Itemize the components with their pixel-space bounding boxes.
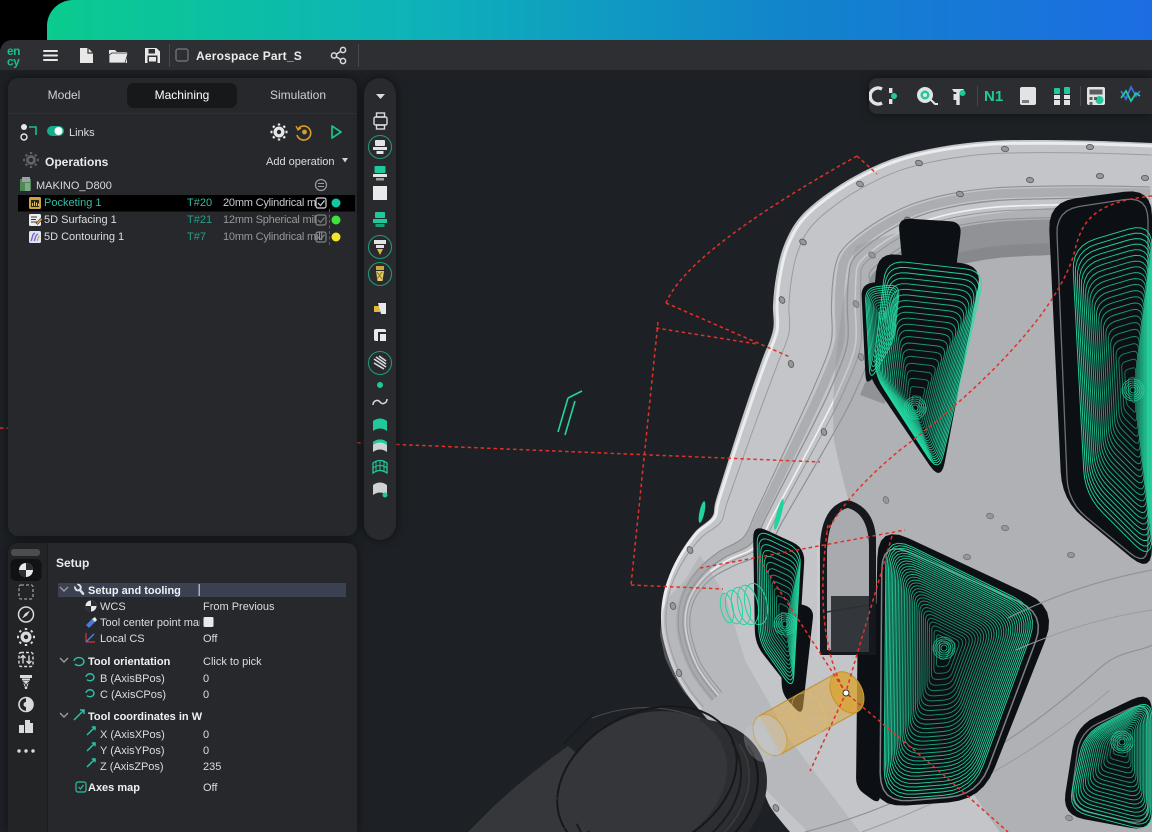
- svg-text:N1: N1: [984, 88, 1003, 105]
- svg-text:cy: cy: [7, 55, 20, 69]
